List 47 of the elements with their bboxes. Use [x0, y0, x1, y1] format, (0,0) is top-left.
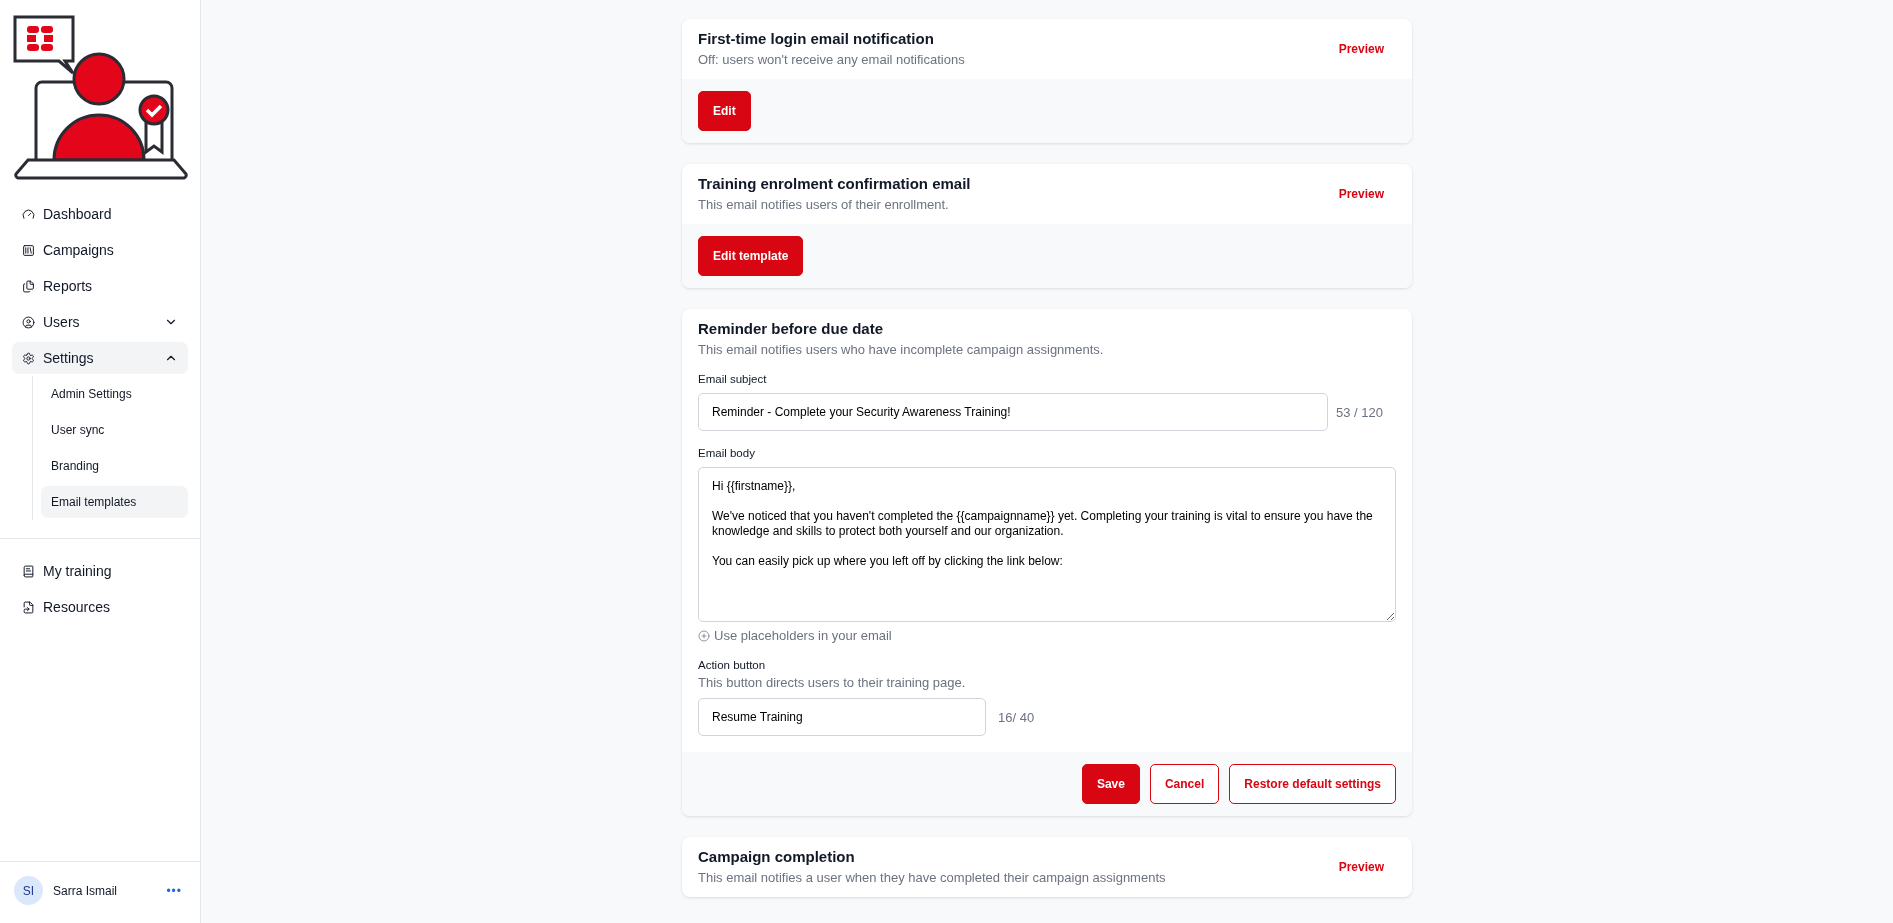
files-icon: [22, 279, 35, 293]
field-label: Email body: [698, 447, 756, 459]
restore-defaults-button[interactable]: Restore default settings: [1229, 764, 1396, 804]
user-avatar: SI: [14, 876, 43, 905]
nav-item[interactable]: My training: [12, 555, 188, 587]
card-title: Training enrolment confirmation email: [698, 175, 972, 192]
card-title: Campaign completion: [698, 848, 856, 865]
nav-item[interactable]: Settings: [12, 342, 188, 374]
card-title: First-time login email notification: [698, 30, 935, 47]
file-link-icon: [22, 600, 35, 614]
field-hint: This button directs users to their training page.: [698, 675, 967, 690]
nav-subitem[interactable]: Email templates: [41, 486, 188, 518]
card-title: Reminder before due date: [698, 320, 885, 337]
preview-link[interactable]: Preview: [1338, 860, 1384, 874]
gauge-icon: [22, 207, 35, 221]
preview-link[interactable]: Preview: [1338, 187, 1384, 201]
nav-subitem[interactable]: Admin Settings: [41, 378, 188, 410]
nav-item[interactable]: Resources: [12, 591, 188, 623]
book-icon: [22, 564, 35, 578]
character-counter: 16/ 40: [998, 709, 1035, 725]
edit-button[interactable]: Edit template: [698, 236, 804, 276]
card-description: This email notifies users who have incomplete campaign assignments.: [698, 342, 1105, 357]
card-description: Off: users won't receive any email notifications: [698, 52, 966, 67]
nav-subitem[interactable]: User sync: [41, 414, 188, 446]
field-label: Email subject: [698, 373, 768, 385]
library-icon: [22, 243, 35, 257]
email-body-field[interactable]: Hi {{firstname}}, We've noticed that you haven't completed the {{campaignname}} yet. Completing your training is vital to ensure you have the knowledge and skills to protect both yourself and our organization. You can easily pick up where you left off by clicking the link below:: [698, 467, 1396, 622]
action-button-field[interactable]: Resume Training: [698, 698, 986, 736]
character-counter: 53 / 120: [1336, 404, 1383, 420]
nav-item[interactable]: Reports: [12, 270, 188, 302]
more-menu-button[interactable]: •••: [162, 881, 186, 900]
edit-button[interactable]: Edit: [698, 91, 751, 131]
field-label: Action button: [698, 659, 767, 671]
preview-link[interactable]: Preview: [1338, 42, 1384, 56]
card-description: This email notifies users of their enrollment.: [698, 197, 950, 212]
plus-circle-icon: [698, 629, 710, 642]
user-name: Sarra Ismail: [53, 883, 118, 898]
nav-subitem[interactable]: Branding: [41, 450, 188, 482]
nav-item[interactable]: Users: [12, 306, 188, 338]
cancel-button[interactable]: Cancel: [1149, 764, 1220, 804]
nav-item[interactable]: Dashboard: [12, 198, 188, 230]
save-button[interactable]: Save: [1081, 764, 1140, 804]
nav-item[interactable]: Campaigns: [12, 234, 188, 266]
user-circle-icon: [22, 315, 35, 329]
email-subject-field[interactable]: Reminder - Complete your Security Awareness Training!: [698, 393, 1328, 431]
card-description: This email notifies a user when they have completed their campaign assignments: [698, 870, 1167, 885]
settings-icon: [22, 351, 35, 365]
